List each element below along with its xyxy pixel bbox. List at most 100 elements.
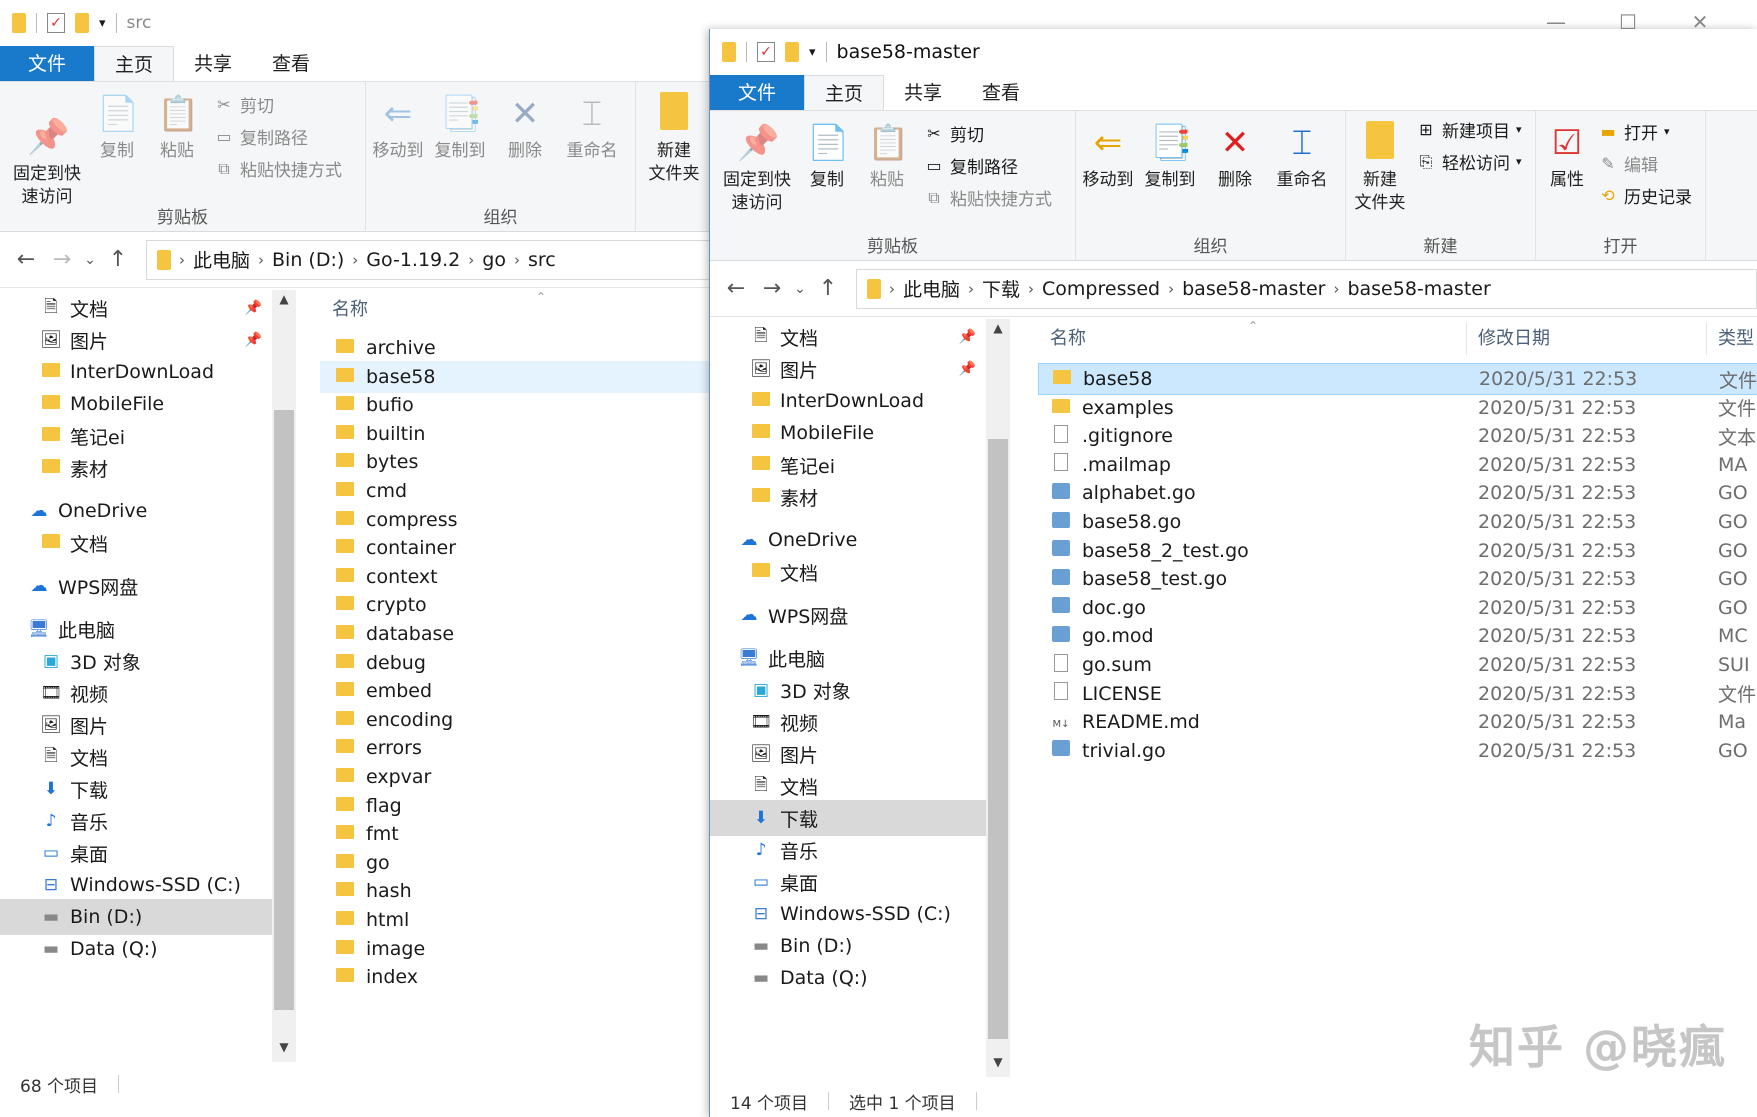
file-row[interactable]: cmd xyxy=(320,475,710,507)
file-row[interactable]: bufio xyxy=(320,389,710,421)
nav-item[interactable]: ▬ Bin (D:) xyxy=(710,928,986,964)
customize-dropdown-icon[interactable]: ▾ xyxy=(809,45,816,60)
breadcrumb-item[interactable]: 此电脑 xyxy=(903,275,960,302)
file-row[interactable]: flag xyxy=(320,790,710,822)
file-row[interactable]: crypto xyxy=(320,589,710,621)
nav-item[interactable]: 素材 xyxy=(710,479,986,515)
nav-item[interactable]: ▣ 3D 对象 xyxy=(0,643,272,679)
tab-home[interactable]: 主页 xyxy=(94,46,175,81)
file-row[interactable]: image xyxy=(320,933,710,965)
file-row[interactable]: errors xyxy=(320,732,710,764)
breadcrumb-item[interactable]: Bin (D:) xyxy=(272,249,344,271)
file-row[interactable]: builtin xyxy=(320,418,710,450)
file-row[interactable]: base58 xyxy=(320,360,710,393)
column-name-header[interactable]: 名称 xyxy=(332,290,368,330)
nav-item[interactable]: InterDownLoad xyxy=(0,354,272,390)
file-row[interactable]: .gitignore 2020/5/31 22:53 文本 xyxy=(1038,420,1757,452)
nav-item[interactable]: 🗎 文档 xyxy=(710,768,986,804)
nav-item[interactable]: ▭ 桌面 xyxy=(0,835,272,871)
breadcrumb-item[interactable]: base58-master xyxy=(1347,278,1490,300)
tab-share[interactable]: 共享 xyxy=(884,75,962,110)
nav-item[interactable]: MobileFile xyxy=(710,415,986,451)
file-row[interactable]: container xyxy=(320,532,710,564)
properties-quick-icon[interactable]: ✓ xyxy=(757,42,775,62)
customize-dropdown-icon[interactable]: ▾ xyxy=(99,16,106,31)
nav-item[interactable]: ⬇ 下载 xyxy=(0,771,272,807)
breadcrumb-item[interactable]: Compressed xyxy=(1042,278,1160,300)
nav-item[interactable]: 🖼 图片 xyxy=(0,707,272,743)
tab-home[interactable]: 主页 xyxy=(804,75,885,110)
back-arrow-icon[interactable]: ← xyxy=(8,247,44,272)
file-row[interactable]: trivial.go 2020/5/31 22:53 GO xyxy=(1038,735,1757,767)
nav-item[interactable]: 素材 xyxy=(0,450,272,486)
breadcrumb[interactable]: › 此电脑 › Bin (D:) › Go-1.19.2 › go › src xyxy=(146,239,710,280)
scroll-up-icon[interactable]: ▲ xyxy=(272,292,296,312)
recent-dropdown-icon[interactable]: ⌄ xyxy=(790,281,810,297)
breadcrumb-item[interactable]: src xyxy=(528,249,556,271)
file-row[interactable]: go xyxy=(320,847,710,879)
file-row[interactable]: debug xyxy=(320,647,710,679)
nav-item[interactable]: 文档 xyxy=(0,525,272,561)
rename-button[interactable]: ⌶ 重命名 xyxy=(1270,121,1334,192)
nav-item[interactable]: 文档 xyxy=(710,554,986,590)
nav-item[interactable]: 🗎 文档 📌 xyxy=(710,319,986,355)
paste-shortcut-button[interactable]: ⧉ 粘贴快捷方式 xyxy=(214,156,342,182)
nav-item[interactable]: ⬇ 下载 xyxy=(710,800,986,836)
copy-path-button[interactable]: ▭ 复制路径 xyxy=(214,124,308,149)
tab-view[interactable]: 查看 xyxy=(962,75,1040,110)
nav-item[interactable]: 笔记ei xyxy=(0,418,272,454)
nav-item[interactable]: ♪ 音乐 xyxy=(0,803,272,839)
nav-item[interactable]: MobileFile xyxy=(0,386,272,422)
cut-button[interactable]: ✂ 剪切 xyxy=(214,92,274,117)
nav-item[interactable]: ☁ WPS网盘 xyxy=(710,597,986,633)
file-row[interactable]: doc.go 2020/5/31 22:53 GO xyxy=(1038,592,1757,624)
nav-scrollbar[interactable]: ▲ ▼ xyxy=(986,319,1010,1077)
nav-item[interactable]: ▣ 3D 对象 xyxy=(710,672,986,708)
forward-arrow-icon[interactable]: → xyxy=(754,276,790,301)
new-folder-quick-icon[interactable] xyxy=(75,13,89,33)
scroll-thumb[interactable] xyxy=(274,410,294,1010)
nav-item[interactable]: 🗎 文档 xyxy=(0,739,272,775)
file-row[interactable]: LICENSE 2020/5/31 22:53 文件 xyxy=(1038,678,1757,710)
copy-button[interactable]: 📄 复制 xyxy=(92,92,142,163)
nav-item[interactable]: 🖼 图片 📌 xyxy=(710,351,986,387)
nav-item[interactable]: 🖥 此电脑 xyxy=(710,640,986,676)
file-row[interactable]: index xyxy=(320,961,710,993)
move-to-button[interactable]: ⇐ 移动到 xyxy=(1080,121,1136,192)
maximize-icon[interactable]: ☐ xyxy=(1592,0,1664,44)
new-folder-button[interactable]: 新建 文件夹 xyxy=(644,92,704,186)
file-row[interactable]: M↓ README.md 2020/5/31 22:53 Ma xyxy=(1038,706,1757,738)
open-button[interactable]: ▬ 打开 ▾ xyxy=(1598,119,1669,144)
properties-button[interactable]: ☑ 属性 xyxy=(1542,121,1592,192)
properties-quick-icon[interactable]: ✓ xyxy=(47,13,65,33)
paste-shortcut-button[interactable]: ⧉ 粘贴快捷方式 xyxy=(924,185,1052,211)
breadcrumb-item[interactable]: base58-master xyxy=(1182,278,1325,300)
copy-to-button[interactable]: 📑 复制到 xyxy=(432,92,488,163)
breadcrumb[interactable]: › 此电脑 › 下载 › Compressed › base58-master › ba… xyxy=(856,268,1757,309)
recent-dropdown-icon[interactable]: ⌄ xyxy=(80,252,100,268)
nav-scrollbar[interactable]: ▲ ▼ xyxy=(272,290,296,1062)
pin-quick-access-button[interactable]: 📌 固定到快 速访问 xyxy=(4,92,90,209)
delete-button[interactable]: ✕ 删除 xyxy=(1210,121,1260,192)
nav-item[interactable]: ▬ Data (Q:) xyxy=(0,931,272,967)
scroll-thumb[interactable] xyxy=(988,439,1008,1039)
delete-button[interactable]: ✕ 删除 xyxy=(500,92,550,163)
file-row[interactable]: base58_test.go 2020/5/31 22:53 GO xyxy=(1038,563,1757,595)
history-button[interactable]: ⟲ 历史记录 xyxy=(1598,183,1692,208)
breadcrumb-item[interactable]: Go-1.19.2 xyxy=(366,249,460,271)
file-row[interactable]: compress xyxy=(320,504,710,536)
tab-view[interactable]: 查看 xyxy=(252,46,330,81)
nav-item[interactable]: ▬ Bin (D:) xyxy=(0,899,272,935)
tab-file[interactable]: 文件 xyxy=(710,75,805,110)
nav-item[interactable]: 🎞 视频 xyxy=(0,675,272,711)
file-row[interactable]: base58 2020/5/31 22:53 文件 xyxy=(1038,363,1757,395)
file-row[interactable]: database xyxy=(320,618,710,650)
file-row[interactable]: go.sum 2020/5/31 22:53 SUI xyxy=(1038,649,1757,681)
edit-button[interactable]: ✎ 编辑 xyxy=(1598,151,1658,176)
forward-arrow-icon[interactable]: → xyxy=(44,247,80,272)
column-type-header[interactable]: 类型 xyxy=(1718,319,1754,359)
nav-item[interactable]: ☁ OneDrive xyxy=(0,493,272,529)
copy-to-button[interactable]: 📑 复制到 xyxy=(1142,121,1198,192)
nav-item[interactable]: 🖼 图片 xyxy=(710,736,986,772)
breadcrumb-item[interactable]: go xyxy=(482,249,506,271)
